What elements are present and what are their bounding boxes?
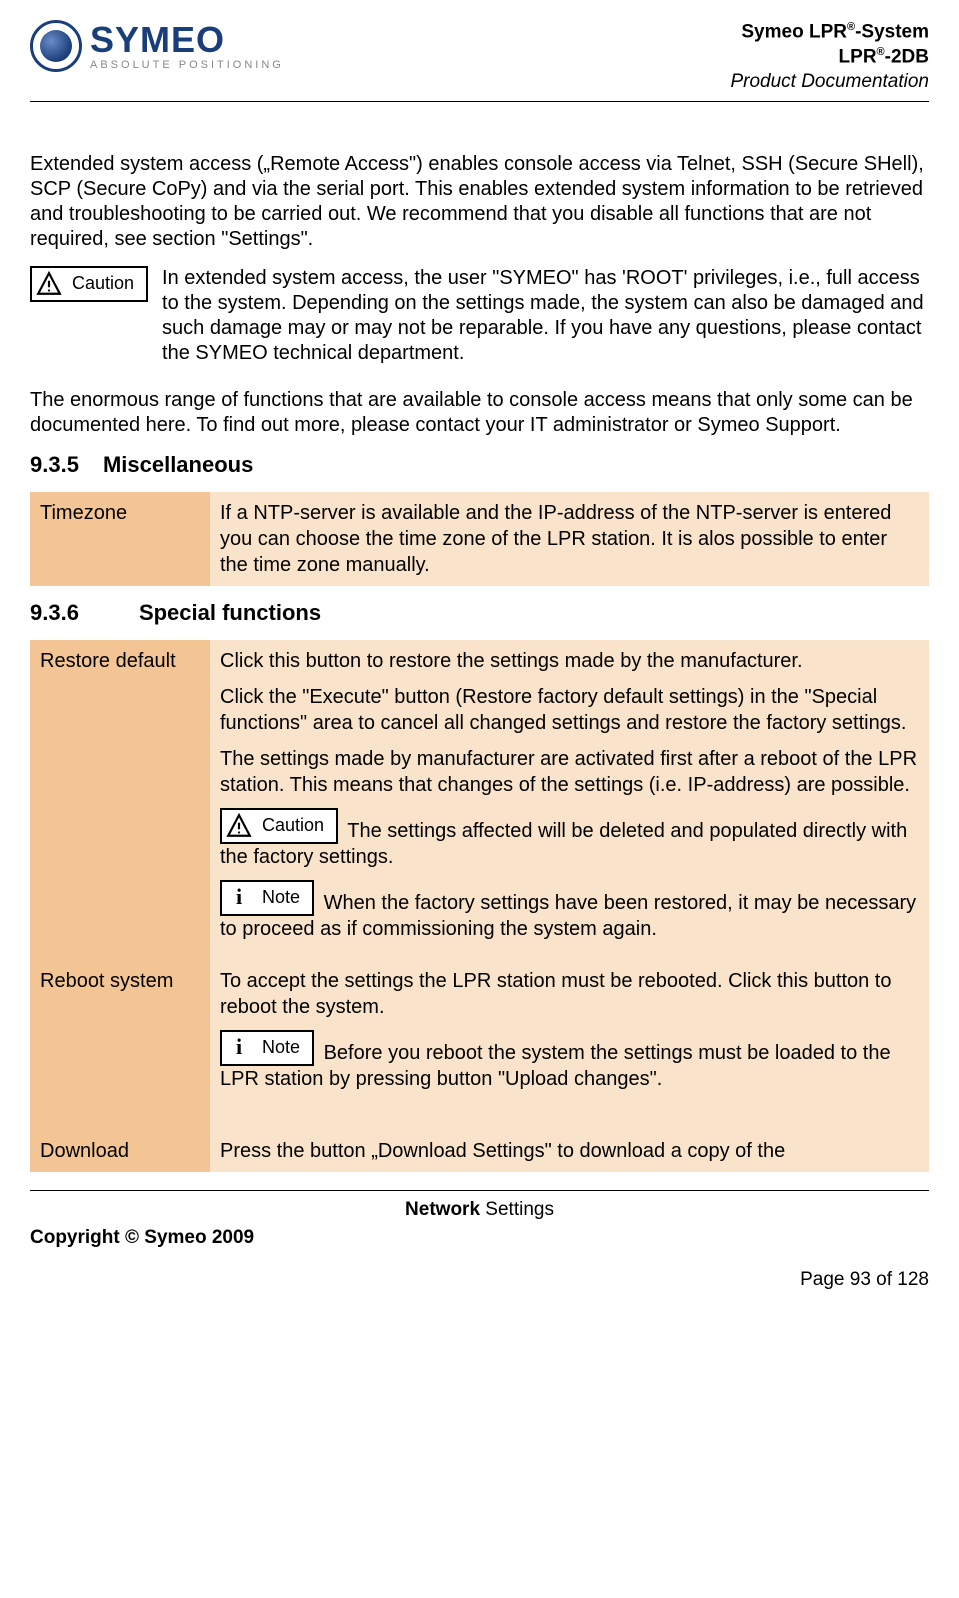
row-content: Press the button „Download Settings" to … xyxy=(210,1130,929,1172)
inline-note-text: Before you reboot the system the setting… xyxy=(220,1042,891,1090)
row-label-restore-default: Restore default xyxy=(30,640,210,960)
note-badge: i Note xyxy=(220,880,314,916)
table-row: Reboot system To accept the settings the… xyxy=(30,960,929,1130)
table-row: Restore default Click this button to res… xyxy=(30,640,929,960)
intro-paragraph-2: The enormous range of functions that are… xyxy=(30,388,929,438)
misc-table: Timezone If a NTP-server is available an… xyxy=(30,492,929,586)
logo-name: SYMEO xyxy=(90,22,284,58)
caution-label: Caution xyxy=(262,814,324,837)
caution-badge: Caution xyxy=(220,808,338,844)
footer-center: Network Settings xyxy=(30,1199,929,1221)
doc-title: Symeo LPR®-System LPR®-2DB Product Docum… xyxy=(730,20,929,95)
row-content: If a NTP-server is available and the IP-… xyxy=(210,492,929,586)
row-label-reboot-system: Reboot system xyxy=(30,960,210,1130)
inline-note: i Note When the factory settings have be… xyxy=(220,880,919,942)
note-label: Note xyxy=(262,886,300,909)
table-row: Download Press the button „Download Sett… xyxy=(30,1130,929,1172)
caution-badge: Caution xyxy=(30,266,148,302)
inline-caution: Caution The settings affected will be de… xyxy=(220,808,919,870)
caution-text: In extended system access, the user "SYM… xyxy=(162,266,929,366)
inline-note: i Note Before you reboot the system the … xyxy=(220,1030,919,1092)
footer-copyright: Copyright © Symeo 2009 xyxy=(30,1227,929,1249)
caution-label: Caution xyxy=(72,273,134,294)
note-badge: i Note xyxy=(220,1030,314,1066)
warning-triangle-icon xyxy=(34,269,64,299)
page-footer: Network Settings Copyright © Symeo 2009 … xyxy=(30,1190,929,1291)
logo-icon xyxy=(30,20,82,72)
section-heading-936: 9.3.6Special functions xyxy=(30,600,929,626)
logo-tagline: ABSOLUTE POSITIONING xyxy=(90,60,284,71)
row-content: To accept the settings the LPR station m… xyxy=(210,960,929,1130)
info-icon: i xyxy=(224,883,254,913)
special-functions-table: Restore default Click this button to res… xyxy=(30,640,929,1172)
info-icon: i xyxy=(224,1033,254,1063)
footer-page-number: Page 93 of 128 xyxy=(30,1269,929,1291)
paragraph: The settings made by manufacturer are ac… xyxy=(220,746,919,798)
note-label: Note xyxy=(262,1036,300,1059)
inline-note-text: When the factory settings have been rest… xyxy=(220,892,916,940)
row-content: Click this button to restore the setting… xyxy=(210,640,929,960)
paragraph: To accept the settings the LPR station m… xyxy=(220,968,919,1020)
paragraph: Click this button to restore the setting… xyxy=(220,648,919,674)
table-row: Timezone If a NTP-server is available an… xyxy=(30,492,929,586)
paragraph: Click the "Execute" button (Restore fact… xyxy=(220,684,919,736)
page-header: SYMEO ABSOLUTE POSITIONING Symeo LPR®-Sy… xyxy=(30,20,929,102)
logo-block: SYMEO ABSOLUTE POSITIONING xyxy=(30,20,284,72)
warning-triangle-icon xyxy=(224,811,254,841)
document-page: SYMEO ABSOLUTE POSITIONING Symeo LPR®-Sy… xyxy=(0,0,959,1311)
intro-paragraph-1: Extended system access („Remote Access")… xyxy=(30,152,929,252)
row-label-timezone: Timezone xyxy=(30,492,210,586)
doc-subtitle: Product Documentation xyxy=(730,70,929,95)
row-label-download: Download xyxy=(30,1130,210,1172)
section-heading-935: 9.3.5Miscellaneous xyxy=(30,452,929,478)
caution-block: Caution In extended system access, the u… xyxy=(30,266,929,366)
